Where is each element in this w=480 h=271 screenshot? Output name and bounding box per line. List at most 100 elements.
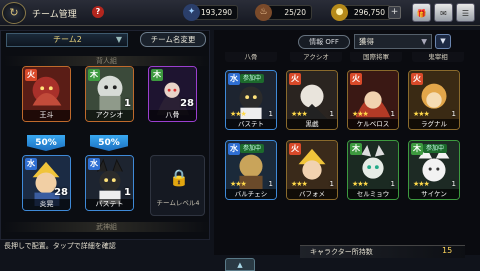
card-name: ラグナル	[409, 119, 459, 129]
gem-value: 193,290	[200, 8, 232, 17]
character-count-value: 15	[442, 246, 453, 255]
list-item[interactable]: 火 ★★★ 1 ケルベロス	[347, 70, 399, 130]
member-name: 八骨	[149, 110, 196, 121]
rarity-stars: ★★★	[352, 110, 369, 118]
card-name: セルミョウ	[348, 189, 398, 199]
card-count: 1	[268, 180, 273, 188]
rarity-stars: ★★★	[230, 110, 247, 118]
back-button[interactable]: ↻	[2, 2, 26, 24]
menu-icon[interactable]: ☰	[456, 3, 475, 22]
water-element-icon: 水	[88, 158, 100, 170]
list-item[interactable]: 火 ★★★ 1 黒戯	[286, 70, 338, 130]
water-element-icon: 水	[228, 143, 240, 155]
list-item[interactable]: 水 参加中 ★★★ 1 バステト	[225, 70, 277, 130]
list-item[interactable]: 木 ★★★ 1 セルミョウ	[347, 140, 399, 200]
earth-element-icon: 木	[151, 69, 163, 81]
gem-icon: ✦	[183, 4, 200, 21]
card-name: バフォメ	[287, 189, 337, 199]
gold-value: 296,750	[353, 8, 385, 17]
card-name: バステト	[226, 119, 276, 129]
list-item-partial[interactable]: 八骨	[225, 52, 277, 62]
rarity-stars: ★★★	[230, 180, 247, 188]
member-name: 炎晃	[23, 199, 70, 210]
stamina-value: 25/20	[284, 8, 306, 17]
stamina-counter: ♨ 25/20	[255, 4, 312, 21]
card-count: 1	[390, 180, 395, 188]
list-item-partial[interactable]: 国際将軍	[350, 52, 402, 62]
coin-icon: ●	[331, 4, 348, 21]
card-count: 1	[329, 180, 334, 188]
team-slot-4[interactable]: 水 28 炎晃	[22, 155, 71, 211]
card-name: ケルベロス	[348, 119, 398, 129]
rarity-stars: ★★★	[352, 180, 369, 188]
member-level: 28	[54, 187, 68, 198]
fire-element-icon: 火	[289, 143, 301, 155]
water-element-icon: 水	[25, 158, 37, 170]
earth-element-icon: 木	[88, 69, 100, 81]
help-button[interactable]: ?	[92, 6, 104, 18]
team-slot-3[interactable]: 木 28 八骨	[148, 66, 197, 122]
earth-element-icon: 木	[411, 143, 423, 155]
fire-element-icon: 火	[25, 69, 37, 81]
lock-icon: 🔒	[169, 168, 189, 187]
member-name: 王斗	[23, 110, 70, 121]
sort-value: 獲得	[359, 37, 374, 46]
list-item[interactable]: 木 参加中 ★★★ 1 サイケン	[408, 140, 460, 200]
character-count-label: キャラクター所持数	[300, 245, 465, 258]
team-slot-2[interactable]: 木 1 アクシオ	[85, 66, 134, 122]
rename-team-button[interactable]: チーム名変更	[140, 32, 206, 47]
sort-select[interactable]: 獲得 ▼	[354, 34, 432, 49]
fire-element-icon: 火	[411, 73, 423, 85]
member-level: 1	[124, 187, 131, 198]
gem-counter: ✦ 193,290	[183, 4, 238, 21]
present-icon[interactable]: 🎁	[412, 3, 431, 22]
sort-order-button[interactable]: ▼	[435, 34, 451, 49]
card-count: 1	[268, 110, 273, 118]
chevron-up-icon: ▲	[237, 261, 243, 269]
team-slot-1[interactable]: 火 王斗	[22, 66, 71, 122]
card-name: サイケン	[409, 189, 459, 199]
fire-element-icon: 火	[289, 73, 301, 85]
info-toggle-button[interactable]: 情報 OFF	[298, 35, 350, 49]
team-slot-5[interactable]: 水 1 バステト	[85, 155, 134, 211]
add-gold-button[interactable]: +	[388, 6, 401, 19]
card-count: 1	[451, 180, 456, 188]
back-row-label: 背人組	[4, 56, 209, 66]
list-item-partial[interactable]: アクシオ	[290, 52, 342, 62]
card-count: 1	[329, 110, 334, 118]
list-item[interactable]: 水 参加中 ★★★ 1 バルチェシ	[225, 140, 277, 200]
card-name: バルチェシ	[226, 189, 276, 199]
mail-icon[interactable]: ✉	[434, 3, 453, 22]
chevron-down-icon: ▼	[421, 37, 427, 46]
water-element-icon: 水	[228, 73, 240, 85]
team-select[interactable]: チーム2 ▼	[6, 33, 128, 47]
list-item-partial[interactable]: 鬼宰相	[412, 52, 464, 62]
lock-requirement: チームレベル4	[156, 199, 200, 207]
in-party-badge: 参加中	[240, 144, 265, 153]
in-party-badge: 参加中	[240, 74, 265, 83]
card-count: 1	[451, 110, 456, 118]
member-name: アクシオ	[86, 110, 133, 121]
rarity-stars: ★★★	[413, 110, 430, 118]
expand-panel-button[interactable]: ▲	[225, 258, 255, 271]
front-row-label: 武神組	[4, 222, 209, 232]
member-level: 1	[124, 98, 131, 109]
list-item[interactable]: 火 ★★★ 1 ラグナル	[408, 70, 460, 130]
rarity-stars: ★★★	[291, 110, 308, 118]
chevron-down-icon: ▼	[115, 35, 122, 44]
rarity-stars: ★★★	[291, 180, 308, 188]
back-arrow-icon: ↻	[9, 6, 19, 19]
fire-element-icon: 火	[350, 73, 362, 85]
rarity-stars: ★★★	[413, 180, 430, 188]
page-title: チーム管理	[32, 10, 77, 20]
card-name: 黒戯	[287, 119, 337, 129]
team-select-value: チーム2	[53, 35, 82, 44]
earth-element-icon: 木	[350, 143, 362, 155]
card-count: 1	[390, 110, 395, 118]
stamina-icon: ♨	[255, 4, 272, 21]
in-party-badge: 参加中	[423, 144, 448, 153]
gold-counter: ● 296,750 +	[331, 4, 401, 21]
list-item[interactable]: 火 ★★★ 1 バフォメ	[286, 140, 338, 200]
member-level: 28	[180, 98, 194, 109]
hint-text: 長押しで配置。タップで詳細を確認	[4, 242, 116, 250]
